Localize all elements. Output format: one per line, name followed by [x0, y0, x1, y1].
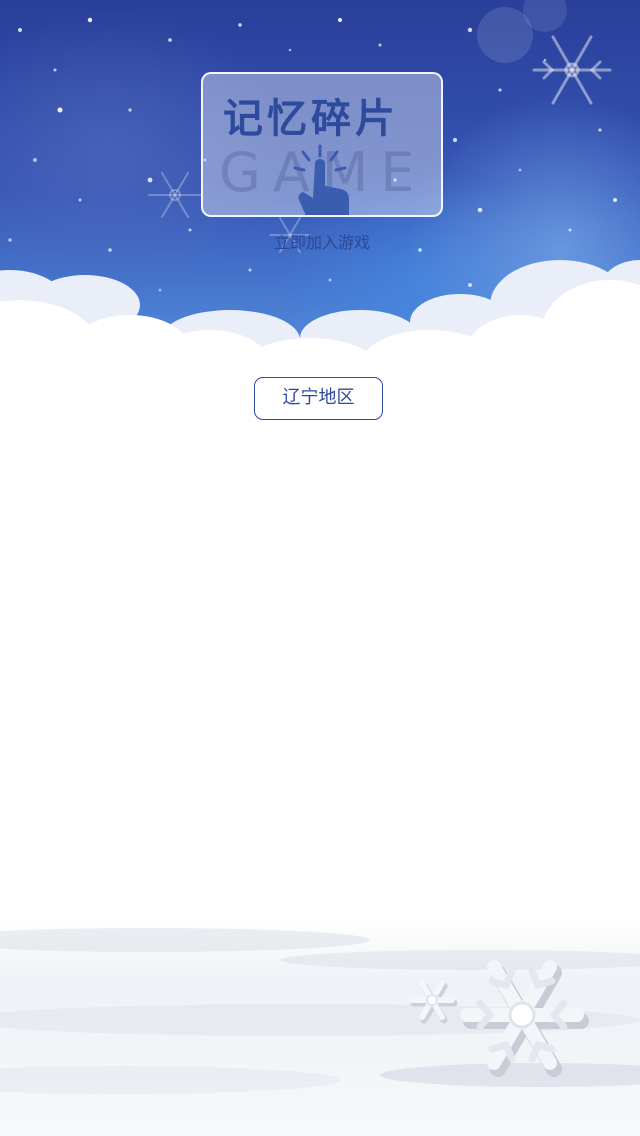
snowflake-icon [148, 172, 202, 218]
region-select-button[interactable]: 辽宁地区 [254, 377, 383, 420]
game-start-screen: GAME 记忆碎片 立即加入游戏 辽宁地区 [0, 0, 640, 1136]
join-game-link[interactable]: 立即加入游戏 [200, 229, 444, 253]
game-title: 记忆碎片 [223, 96, 399, 142]
tap-hand-icon [293, 144, 349, 215]
snowflake-icon [532, 35, 612, 105]
game-title-card[interactable]: GAME 记忆碎片 [201, 72, 443, 217]
snow-ground [0, 920, 640, 1136]
